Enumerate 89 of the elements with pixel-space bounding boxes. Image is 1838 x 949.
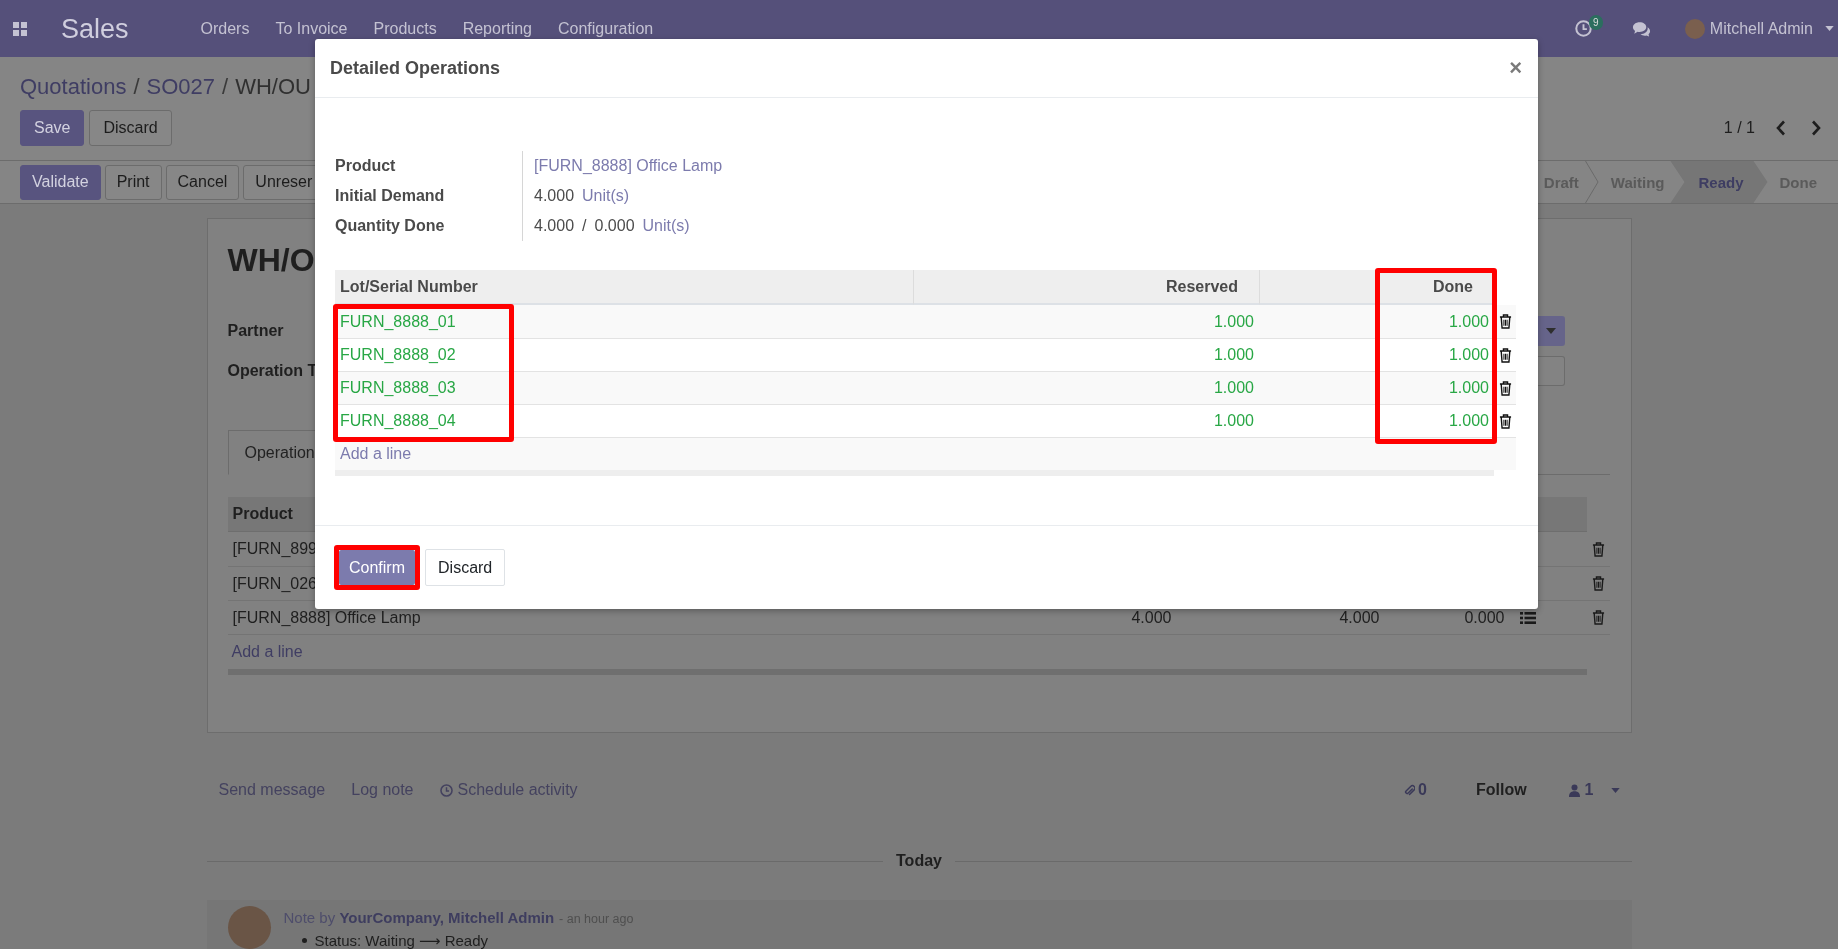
clock-icon[interactable] <box>1574 20 1592 37</box>
table-cell: 1.000 <box>1213 346 1254 364</box>
chevron-left-icon[interactable] <box>1776 120 1786 136</box>
table-cell: 1.000 <box>1213 412 1254 430</box>
bullet-icon <box>301 938 307 943</box>
menu-item[interactable]: To Invoice <box>262 18 361 39</box>
field-link[interactable]: Unit(s) <box>642 217 690 235</box>
add-line-link[interactable]: Add a line <box>231 643 303 661</box>
app-name[interactable]: Sales <box>61 12 129 45</box>
chat-icon[interactable] <box>1631 20 1651 37</box>
close-button[interactable]: × <box>1509 57 1522 79</box>
field-value: 0.000 <box>594 217 635 235</box>
trash-icon[interactable] <box>1498 380 1512 396</box>
table-cell: 1.000 <box>1448 379 1489 397</box>
chevron-right-icon[interactable] <box>1811 120 1821 136</box>
field-link[interactable]: [FURN_8888] Office Lamp <box>534 157 723 175</box>
menu-item[interactable]: Orders <box>187 18 263 39</box>
table-cell: 1.000 <box>1448 412 1489 430</box>
header-button[interactable]: Print <box>104 164 162 200</box>
list-icon[interactable] <box>1519 610 1536 625</box>
field-label: Quantity Done <box>335 217 445 235</box>
header-button[interactable]: Validate <box>20 164 101 200</box>
attachments-button[interactable]: 0 <box>1404 781 1427 799</box>
dialog-button[interactable]: Discard <box>425 549 506 586</box>
table-cell: 1.000 <box>1448 346 1489 364</box>
chatter-link[interactable]: Send message <box>218 781 326 799</box>
field-label: Product <box>335 157 396 175</box>
clock-icon <box>439 783 453 797</box>
table-cell: 0.000 <box>1464 608 1505 627</box>
pager-value: 1 / 1 <box>1723 119 1755 137</box>
column-header: Lot/Serial Number <box>335 270 913 305</box>
column-header: Reserved <box>913 270 1259 305</box>
table-cell: [FURN_026 <box>232 574 317 593</box>
chatter-link[interactable]: Schedule activity <box>439 781 578 799</box>
field-label: Partner <box>227 322 284 340</box>
column-header: Product <box>232 505 293 523</box>
trash-icon[interactable] <box>1498 347 1512 363</box>
avatar-icon <box>227 906 271 949</box>
status-step[interactable]: Ready <box>1670 161 1768 203</box>
breadcrumb-link[interactable]: SO027 <box>146 74 216 100</box>
date-divider-label: Today <box>896 852 942 870</box>
breadcrumb-separator: / <box>133 74 140 100</box>
table-cell: 1.000 <box>1213 312 1254 331</box>
field-value: 4.000 <box>534 187 575 205</box>
table-cell: 1.000 <box>1213 379 1254 397</box>
table-cell: FURN_8888_03 <box>340 379 456 397</box>
table-cell: 4.000 <box>1339 608 1380 627</box>
dialog-button[interactable]: Confirm <box>339 550 415 585</box>
followers-button[interactable]: 1 <box>1568 781 1594 799</box>
avatar-icon <box>1684 18 1705 39</box>
header-button[interactable]: Cancel <box>165 164 240 200</box>
grid-icon[interactable] <box>13 21 27 36</box>
modal-title: Detailed Operations <box>330 57 501 79</box>
field-value: 4.000 <box>534 217 575 235</box>
tracking-value: Status: Waiting ⟶ Ready <box>314 932 489 949</box>
paperclip-icon <box>1404 783 1416 797</box>
form-button[interactable]: Discard <box>89 110 172 146</box>
trash-icon[interactable] <box>1498 314 1512 329</box>
field-value: / <box>582 217 587 235</box>
follow-button[interactable]: Follow <box>1475 781 1527 799</box>
table-cell: 1.000 <box>1448 312 1489 331</box>
caret-icon <box>1546 328 1556 334</box>
add-line-link[interactable]: Add a line <box>340 445 412 463</box>
column-header: Done <box>1259 270 1494 305</box>
table-cell: [FURN_8888] Office Lamp <box>232 608 421 627</box>
caret-icon[interactable] <box>1610 787 1620 793</box>
field-label: Initial Demand <box>335 187 445 205</box>
user-icon <box>1568 783 1580 797</box>
count-badge: 9 <box>1588 15 1603 30</box>
dropdown-toggle[interactable] <box>1537 316 1565 346</box>
menu-item[interactable]: Products <box>360 18 450 39</box>
caret-icon[interactable] <box>1825 26 1834 31</box>
menu-item[interactable]: Configuration <box>545 18 667 39</box>
table-cell: FURN_8888_04 <box>340 412 456 430</box>
breadcrumb-link[interactable]: Quotations <box>20 74 127 100</box>
form-button[interactable]: Save <box>20 110 85 146</box>
table-cell: FURN_8888_02 <box>340 346 456 364</box>
user-name[interactable]: Mitchell Admin <box>1709 19 1813 38</box>
record-title: WH/O <box>227 241 315 279</box>
input-field[interactable] <box>1537 356 1565 386</box>
breadcrumb-current: WH/OU <box>235 74 311 100</box>
breadcrumb-separator: / <box>222 74 229 100</box>
field-link[interactable]: Unit(s) <box>582 187 630 205</box>
trash-icon[interactable] <box>1498 413 1512 429</box>
table-cell: 4.000 <box>1131 608 1172 627</box>
menu-item[interactable]: Reporting <box>449 18 545 39</box>
chatter-link[interactable]: Log note <box>351 781 414 799</box>
table-cell: FURN_8888_01 <box>340 312 456 331</box>
table-cell: [FURN_899 <box>232 540 317 558</box>
